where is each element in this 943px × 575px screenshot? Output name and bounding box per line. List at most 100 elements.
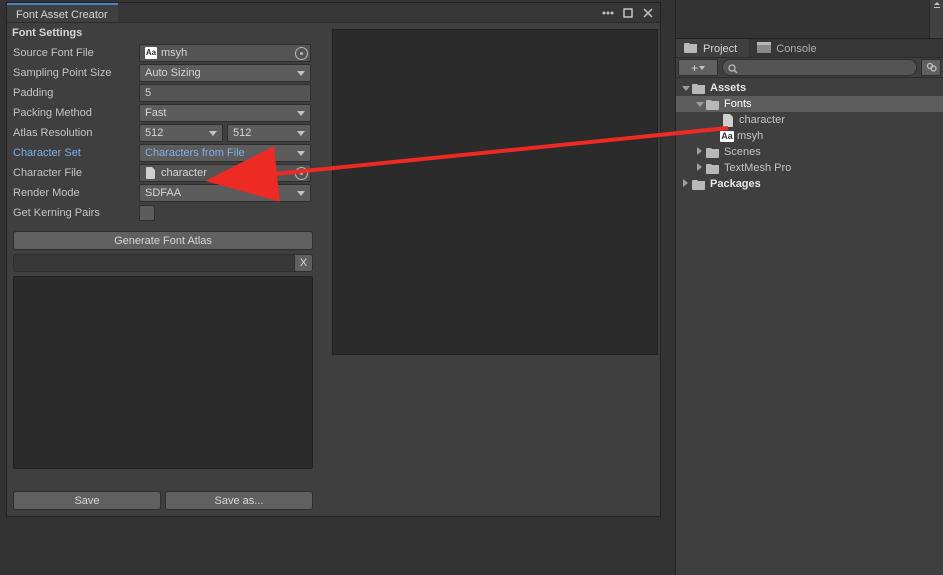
atlas-width-value: 512 xyxy=(145,127,163,139)
clear-label: X xyxy=(300,257,307,269)
project-tab-bar: Project Console xyxy=(676,38,943,58)
expand-icon[interactable] xyxy=(680,82,691,94)
atlas-height-value: 512 xyxy=(233,127,251,139)
console-icon xyxy=(757,42,771,56)
project-toolbar: + xyxy=(676,58,943,78)
chevron-down-icon xyxy=(297,111,305,116)
sampling-value: Auto Sizing xyxy=(145,67,201,79)
padding-input[interactable]: 5 xyxy=(139,84,311,102)
chevron-down-icon xyxy=(297,71,305,76)
tab-project[interactable]: Project xyxy=(676,39,749,57)
window-controls xyxy=(596,3,660,22)
search-icon xyxy=(728,63,738,73)
source-font-field[interactable]: Aa msyh xyxy=(139,44,311,62)
plus-icon: + xyxy=(691,62,698,74)
render-label: Render Mode xyxy=(13,187,139,199)
tree-label: Fonts xyxy=(724,98,752,110)
source-font-label: Source Font File xyxy=(13,47,139,59)
font-asset-creator-panel: Font Asset Creator Font Settings Source … xyxy=(6,2,661,517)
kerning-checkbox[interactable] xyxy=(139,205,155,221)
padding-label: Padding xyxy=(13,87,139,99)
atlas-label: Atlas Resolution xyxy=(13,127,139,139)
packing-value: Fast xyxy=(145,107,166,119)
source-font-value: msyh xyxy=(161,47,187,59)
sampling-dropdown[interactable]: Auto Sizing xyxy=(139,64,311,82)
packing-dropdown[interactable]: Fast xyxy=(139,104,311,122)
charfile-field[interactable]: character xyxy=(139,164,311,182)
sampling-label: Sampling Point Size xyxy=(13,67,139,79)
expand-icon[interactable] xyxy=(694,146,705,158)
maximize-icon[interactable] xyxy=(622,7,634,19)
generate-label: Generate Font Atlas xyxy=(114,235,212,247)
expand-icon[interactable] xyxy=(694,98,705,110)
atlas-height-dropdown[interactable]: 512 xyxy=(227,124,311,142)
file-icon xyxy=(145,167,157,179)
save-label: Save xyxy=(74,495,99,507)
bottom-buttons: Save Save as... xyxy=(13,491,313,510)
charfile-value: character xyxy=(161,167,207,179)
filter-clear-button[interactable]: X xyxy=(295,254,313,272)
filter-input[interactable] xyxy=(13,254,295,272)
tab-console[interactable]: Console xyxy=(749,39,828,57)
close-icon[interactable] xyxy=(642,7,654,19)
folder-icon xyxy=(705,161,721,175)
expand-icon[interactable] xyxy=(680,178,691,190)
tab-label: Font Asset Creator xyxy=(16,9,108,21)
save-as-label: Save as... xyxy=(215,495,264,507)
object-picker-icon[interactable] xyxy=(295,47,308,60)
tree-item-packages[interactable]: Packages xyxy=(676,176,943,192)
kerning-label: Get Kerning Pairs xyxy=(13,207,139,219)
tree-label: Packages xyxy=(710,178,761,190)
generate-font-atlas-button[interactable]: Generate Font Atlas xyxy=(13,231,313,250)
atlas-width-dropdown[interactable]: 512 xyxy=(139,124,223,142)
project-search-input[interactable] xyxy=(722,59,917,76)
chevron-down-icon xyxy=(297,151,305,156)
chevron-down-icon xyxy=(699,66,705,70)
folder-icon xyxy=(691,177,707,191)
tab-font-asset-creator[interactable]: Font Asset Creator xyxy=(7,3,118,22)
tree-item-assets[interactable]: Assets xyxy=(676,80,943,96)
filter-button[interactable] xyxy=(921,59,941,76)
folder-icon xyxy=(691,81,707,95)
render-value: SDFAA xyxy=(145,187,181,199)
charset-value: Characters from File xyxy=(145,147,245,159)
tab-console-label: Console xyxy=(776,43,816,55)
charset-dropdown[interactable]: Characters from File xyxy=(139,144,311,162)
tree-label: character xyxy=(739,114,785,126)
project-panel: Project Console + Assets xyxy=(675,0,943,575)
object-picker-icon[interactable] xyxy=(295,167,308,180)
render-dropdown[interactable]: SDFAA xyxy=(139,184,311,202)
file-icon xyxy=(720,113,736,127)
folder-icon xyxy=(705,97,721,111)
save-button[interactable]: Save xyxy=(13,491,161,510)
packing-label: Packing Method xyxy=(13,107,139,119)
tree-label: TextMesh Pro xyxy=(724,162,791,174)
charfile-label: Character File xyxy=(13,167,139,179)
chevron-down-icon xyxy=(297,131,305,136)
tree-item-msyh[interactable]: Aa msyh xyxy=(676,128,943,144)
tree-item-fonts[interactable]: Fonts xyxy=(676,96,943,112)
add-button[interactable]: + xyxy=(678,59,718,76)
tree-label: Assets xyxy=(710,82,746,94)
folder-icon xyxy=(705,145,721,159)
padding-value: 5 xyxy=(145,87,151,99)
chevron-down-icon xyxy=(209,131,217,136)
folder-icon xyxy=(684,42,698,56)
tree-label: Scenes xyxy=(724,146,761,158)
filter-row: X xyxy=(13,254,313,272)
expand-icon[interactable] xyxy=(694,162,705,174)
tree-item-character[interactable]: character xyxy=(676,112,943,128)
output-textarea[interactable] xyxy=(13,276,313,469)
charset-label: Character Set xyxy=(13,147,139,159)
dock-handle[interactable] xyxy=(929,0,943,38)
tree-label: msyh xyxy=(737,130,763,142)
tree-item-scenes[interactable]: Scenes xyxy=(676,144,943,160)
project-tree: Assets Fonts character Aa msyh Scenes Te… xyxy=(676,78,943,192)
menu-icon[interactable] xyxy=(602,7,614,19)
tree-item-textmesh[interactable]: TextMesh Pro xyxy=(676,160,943,176)
chevron-down-icon xyxy=(297,191,305,196)
tab-project-label: Project xyxy=(703,43,737,55)
save-as-button[interactable]: Save as... xyxy=(165,491,313,510)
font-icon: Aa xyxy=(145,47,157,59)
atlas-preview xyxy=(332,29,658,355)
